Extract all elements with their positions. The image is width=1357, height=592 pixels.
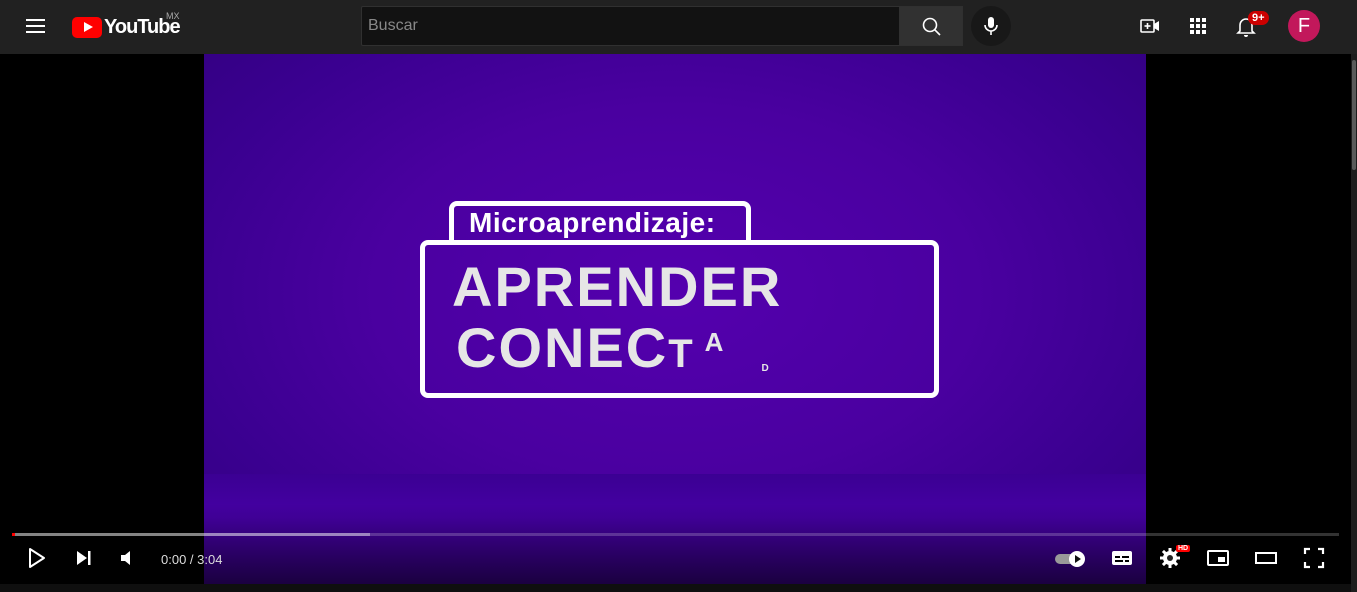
youtube-logo[interactable]: YouTube MX <box>72 11 181 40</box>
time-display: 0:00 / 3:04 <box>161 552 222 567</box>
controls-gradient <box>0 504 1351 584</box>
create-video-icon[interactable] <box>1138 14 1162 38</box>
theater-mode-icon[interactable] <box>1254 546 1278 570</box>
scrollbar-thumb[interactable] <box>1352 60 1356 170</box>
title-line2-t: T <box>668 332 695 376</box>
title-line2-a: A <box>704 327 726 357</box>
youtube-play-icon <box>72 16 102 38</box>
microphone-icon <box>984 17 998 35</box>
volume-mute-icon[interactable] <box>117 546 141 570</box>
progress-bar[interactable] <box>12 533 1339 536</box>
notification-badge: 9+ <box>1248 11 1269 25</box>
voice-search-button[interactable] <box>971 6 1011 46</box>
current-time: 0:00 <box>161 552 187 567</box>
progress-buffered <box>12 533 371 536</box>
masthead: YouTube MX Buscar 9+ F <box>0 0 1357 54</box>
video-player[interactable]: Microaprendizaje: APRENDER CONECT A D 0:00… <box>0 54 1351 584</box>
avatar[interactable]: F <box>1288 10 1320 42</box>
duration: 3:04 <box>197 552 223 567</box>
play-icon[interactable] <box>24 546 48 570</box>
title-line2-main: CONEC <box>456 316 669 379</box>
next-video-icon[interactable] <box>72 546 96 570</box>
miniplayer-icon[interactable] <box>1206 546 1230 570</box>
video-tab-text: Microaprendizaje: <box>469 207 716 238</box>
menu-icon[interactable] <box>20 13 52 41</box>
page-scrollbar[interactable] <box>1351 54 1357 592</box>
country-code: MX <box>166 11 180 21</box>
search-input[interactable]: Buscar <box>361 6 901 46</box>
video-title-line2: CONECT A D <box>456 315 771 380</box>
subtitles-icon[interactable] <box>1110 546 1134 570</box>
hd-badge: HD <box>1176 545 1191 552</box>
search-button[interactable] <box>899 6 963 46</box>
fullscreen-icon[interactable] <box>1302 546 1326 570</box>
search-icon <box>922 17 941 36</box>
autoplay-toggle-icon[interactable] <box>1054 546 1088 570</box>
apps-grid-icon[interactable] <box>1186 14 1210 38</box>
time-separator: / <box>186 552 198 567</box>
progress-played <box>12 533 15 536</box>
title-line2-d: D <box>761 363 771 374</box>
video-title-line1: APRENDER <box>452 255 783 318</box>
